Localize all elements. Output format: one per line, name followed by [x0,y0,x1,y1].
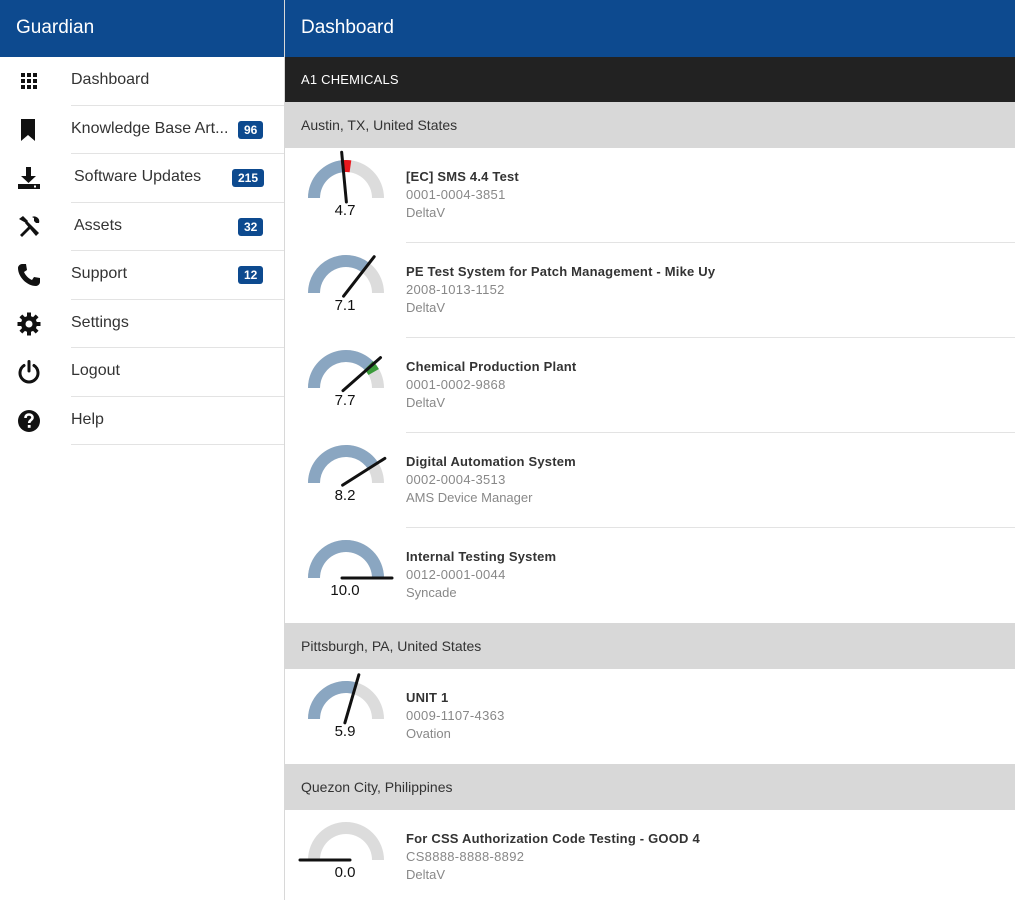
system-row[interactable]: 8.2 Digital Automation System 0002-0004-35… [285,433,1015,528]
system-name: Internal Testing System [406,549,557,564]
question-icon [16,408,42,434]
system-row[interactable]: 5.9 UNIT 1 0009-1107-4363 Ovation [285,669,1015,764]
health-score: 4.7 [334,202,356,219]
health-score: 10.0 [330,582,360,599]
tools-icon [16,214,42,240]
count-badge: 215 [232,169,265,187]
health-score: 5.9 [334,723,356,740]
system-platform: AMS Device Manager [406,490,533,505]
app-title: Guardian [0,0,284,57]
system-name: UNIT 1 [406,690,449,705]
sidebar-item-label: Logout [71,362,120,379]
count-badge: 32 [238,217,264,236]
sidebar-item-help[interactable]: Help [0,397,284,445]
system-name: PE Test System for Patch Management - Mi… [406,264,716,279]
system-id: CS8888-8888-8892 [406,849,525,864]
divider [71,444,284,445]
nav-menu: Dashboard Knowledge Base Art... 96 Software… [0,57,284,445]
download-icon [16,165,42,191]
location-list: Austin, TX, United States 4.7 [EC] SMS 4.4… [285,102,1015,900]
system-platform: DeltaV [406,395,446,410]
sidebar-item-logout[interactable]: Logout [0,348,284,397]
power-icon [16,359,42,385]
location-header: Quezon City, Philippines [285,764,1015,810]
system-platform: DeltaV [406,300,446,315]
system-name: [EC] SMS 4.4 Test [406,169,519,184]
system-row[interactable]: 10.0 Internal Testing System 0012-0001-004… [285,528,1015,623]
sidebar-item-label: Settings [71,313,129,331]
sidebar-item-label: Support [71,265,128,282]
system-platform: DeltaV [406,867,446,882]
sidebar-item-settings[interactable]: Settings [0,300,284,348]
health-score: 7.7 [334,392,356,409]
bookmark-icon [16,117,42,143]
system-name: Digital Automation System [406,454,576,469]
system-id: 0001-0004-3851 [406,187,506,202]
system-platform: Ovation [406,726,451,741]
system-row[interactable]: 7.7 Chemical Production Plant 0001-0002-98… [285,338,1015,433]
count-badge: 12 [238,266,264,284]
sidebar-item-label: Help [71,410,104,428]
system-id: 2008-1013-1152 [406,282,505,297]
sidebar-item-support[interactable]: Support 12 [0,251,284,300]
sidebar-item-knowledge-base-art[interactable]: Knowledge Base Art... 96 [0,106,284,154]
sidebar-item-label: Knowledge Base Art... [71,119,229,137]
health-score: 8.2 [334,487,356,504]
sidebar: Guardian Dashboard Knowledge Base Art... 9… [0,0,285,900]
grid-icon [16,68,42,94]
system-row[interactable]: 7.1 PE Test System for Patch Management -… [285,243,1015,338]
system-id: 0012-0001-0044 [406,567,506,582]
system-name: For CSS Authorization Code Testing - GOO… [406,831,700,846]
system-platform: DeltaV [406,205,446,220]
system-platform: Syncade [406,585,457,600]
phone-icon [16,262,42,288]
sidebar-item-dashboard[interactable]: Dashboard [0,57,284,106]
company-header: A1 CHEMICALS [285,57,1015,102]
health-score: 0.0 [334,864,356,881]
location-header: Austin, TX, United States [285,102,1015,148]
sidebar-item-assets[interactable]: Assets 32 [0,203,284,251]
page-title: Dashboard [285,0,1015,57]
sidebar-item-label: Dashboard [71,71,150,88]
system-id: 0009-1107-4363 [406,708,505,723]
sidebar-item-label: Assets [74,216,123,234]
system-id: 0002-0004-3513 [406,472,506,487]
system-row[interactable]: 4.7 [EC] SMS 4.4 Test 0001-0004-3851 DeltaV [285,148,1015,243]
system-row[interactable]: 0.0 For CSS Authorization Code Testing - … [285,810,1015,900]
health-score: 7.1 [334,297,356,314]
count-badge: 96 [238,120,264,139]
main-content: Dashboard A1 CHEMICALS Austin, TX, Unite… [285,0,1015,900]
sidebar-item-label: Software Updates [74,168,202,185]
system-id: 0001-0002-9868 [406,377,506,392]
gear-icon [16,311,42,337]
sidebar-item-software-updates[interactable]: Software Updates 215 [0,154,284,203]
system-name: Chemical Production Plant [406,359,577,374]
location-header: Pittsburgh, PA, United States [285,623,1015,669]
